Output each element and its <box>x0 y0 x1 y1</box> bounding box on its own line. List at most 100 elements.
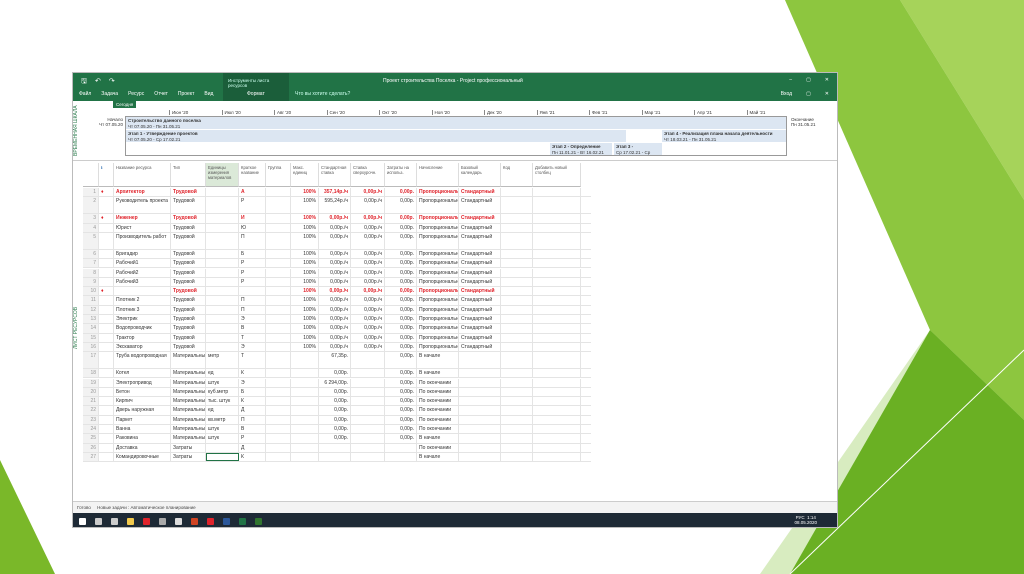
restore-icon[interactable]: ▢ <box>806 91 811 97</box>
cell-add[interactable] <box>533 369 581 378</box>
task-view-icon[interactable] <box>111 517 118 525</box>
timeline-bar-area[interactable]: Строительство данного поселка Чт 07.05.20… <box>125 116 787 156</box>
table-row[interactable]: 12 Плотник 3 Трудовой П 100% 0,00р./ч 0,00р./ч… <box>83 305 591 315</box>
table-row[interactable]: 25 Раковина Материальный штук Р 0,00р. 0,00р. В… <box>83 434 591 444</box>
cell-grp[interactable] <box>266 333 291 342</box>
cell-std[interactable]: 0,00р./ч <box>319 305 351 314</box>
cell-cost[interactable]: 0,00р. <box>385 369 417 378</box>
cell-add[interactable] <box>533 197 581 214</box>
cell-cost[interactable]: 0,00р. <box>385 352 417 369</box>
cell-cal[interactable] <box>459 397 501 406</box>
search-icon[interactable] <box>95 517 102 525</box>
cell-cost[interactable]: 0,00р. <box>385 315 417 324</box>
indicator-cell[interactable] <box>99 232 114 249</box>
cell-max[interactable] <box>291 387 319 397</box>
overallocated-icon[interactable]: ♦ <box>99 188 114 197</box>
indicator-cell[interactable] <box>99 277 114 287</box>
cell-type[interactable]: Трудовой <box>171 214 206 223</box>
cell-max[interactable] <box>291 352 319 369</box>
cell-max[interactable] <box>291 369 319 378</box>
cell-ini[interactable]: Д <box>239 443 266 452</box>
cell-cal[interactable] <box>459 415 501 424</box>
cell-unit[interactable]: ед <box>206 369 239 378</box>
cell-unit[interactable] <box>206 232 239 249</box>
cell-code[interactable] <box>501 387 533 397</box>
cell-cal[interactable]: Стандартный <box>459 315 501 324</box>
column-header[interactable]: Ставка сверхурочн. <box>351 163 385 187</box>
powerpoint-icon[interactable] <box>191 517 198 525</box>
indicator-cell[interactable] <box>99 259 114 268</box>
cell-code[interactable] <box>501 296 533 305</box>
cell-acc[interactable]: По окончании <box>417 415 459 424</box>
cell-cal[interactable]: Стандартный <box>459 324 501 333</box>
cell-type[interactable]: Затраты <box>171 443 206 452</box>
explorer-icon[interactable] <box>127 517 134 525</box>
cell-ovt[interactable]: 0,00р./ч <box>351 259 385 268</box>
cell-name[interactable]: Рабочий3 <box>114 277 171 287</box>
cell-ini[interactable]: Т <box>239 352 266 369</box>
column-header[interactable]: Код <box>501 163 533 187</box>
cell-n[interactable]: 3 <box>83 214 99 223</box>
cell-add[interactable] <box>533 443 581 452</box>
table-row[interactable]: 6 Бригадир Трудовой Б 100% 0,00р./ч 0,00р./ч 0,… <box>83 249 591 260</box>
cell-type[interactable]: Трудовой <box>171 259 206 268</box>
cell-ovt[interactable] <box>351 397 385 406</box>
cell-code[interactable] <box>501 369 533 378</box>
cell-name[interactable]: Рабочий2 <box>114 268 171 277</box>
cell-code[interactable] <box>501 249 533 259</box>
cell-name[interactable]: Бригадир <box>114 249 171 259</box>
info-icon[interactable]: ℹ <box>99 163 114 187</box>
cell-grp[interactable] <box>266 259 291 268</box>
cell-type[interactable]: Трудовой <box>171 296 206 305</box>
cell-name[interactable]: Командировочные <box>114 452 171 462</box>
cell-unit[interactable] <box>206 249 239 259</box>
cell-name[interactable]: Котел <box>114 369 171 378</box>
cell-cost[interactable]: 0,00р. <box>385 324 417 333</box>
cell-std[interactable]: 0,00р. <box>319 425 351 434</box>
app-icon[interactable] <box>159 517 166 525</box>
cell-unit[interactable] <box>206 315 239 324</box>
cell-add[interactable] <box>533 188 581 197</box>
cell-name[interactable]: Труба водопроводная <box>114 352 171 369</box>
cell-grp[interactable] <box>266 452 291 462</box>
cell-name[interactable]: Плотник 2 <box>114 296 171 305</box>
cell-name[interactable]: Инженер <box>114 214 171 223</box>
cell-cost[interactable] <box>385 452 417 462</box>
cell-std[interactable] <box>319 443 351 452</box>
save-icon[interactable]: 🖫 <box>81 77 87 88</box>
cell-cal[interactable] <box>459 352 501 369</box>
table-row[interactable]: 11 Плотник 2 Трудовой П 100% 0,00р./ч 0,00р./ч… <box>83 296 591 306</box>
cell-add[interactable] <box>533 406 581 415</box>
cell-code[interactable] <box>501 315 533 324</box>
excel-icon[interactable] <box>239 517 246 525</box>
cell-ovt[interactable] <box>351 387 385 397</box>
table-row[interactable]: 1 ♦ Архитектор Трудовой А 100% 357,14р./ч 0,00р… <box>83 188 591 198</box>
table-row[interactable]: 19 Электропривод Материальный штук Э 6 294,00… <box>83 378 591 388</box>
cell-add[interactable] <box>533 259 581 268</box>
column-header[interactable]: Группа <box>266 163 291 187</box>
cell-add[interactable] <box>533 296 581 305</box>
cell-ini[interactable]: В <box>239 324 266 333</box>
cell-grp[interactable] <box>266 277 291 287</box>
cell-max[interactable]: 100% <box>291 305 319 314</box>
column-header[interactable]: Начисление <box>417 163 459 187</box>
cell-code[interactable] <box>501 425 533 434</box>
cell-acc[interactable]: Пропорционально <box>417 188 459 197</box>
cell-cal[interactable]: Стандартный <box>459 277 501 287</box>
cell-type[interactable]: Материальный <box>171 369 206 378</box>
cell-max[interactable]: 100% <box>291 333 319 342</box>
cell-n[interactable]: 14 <box>83 324 99 333</box>
cell-ini[interactable]: Ю <box>239 223 266 232</box>
cell-ovt[interactable] <box>351 415 385 424</box>
indicator-cell[interactable] <box>99 369 114 378</box>
cell-add[interactable] <box>533 333 581 342</box>
cell-name[interactable]: Водопроводчик <box>114 324 171 333</box>
timeline-bar[interactable]: Этап 4 - Реализация плана начала деятель… <box>662 130 786 142</box>
cell-cal[interactable] <box>459 406 501 415</box>
cell-ovt[interactable]: 0,00р./ч <box>351 333 385 342</box>
cell-unit[interactable]: тыс. штук <box>206 397 239 406</box>
cell-name[interactable]: Архитектор <box>114 188 171 197</box>
table-row[interactable]: 27 Командировочные Затраты К В начале <box>83 452 591 463</box>
cell-name[interactable]: Электропривод <box>114 378 171 387</box>
cell-cal[interactable] <box>459 378 501 387</box>
